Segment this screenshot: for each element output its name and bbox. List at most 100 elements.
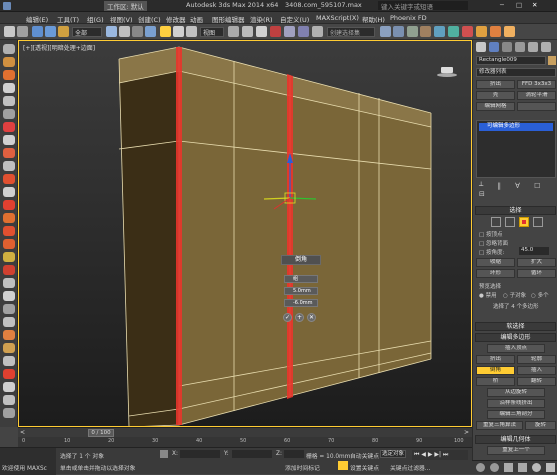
object-color-swatch[interactable]	[548, 56, 556, 65]
ignore-backfacing-checkbox[interactable]: □ 忽略背面	[479, 239, 508, 247]
tool-icon-4[interactable]	[3, 83, 15, 93]
field-of-view-icon[interactable]	[518, 463, 527, 472]
viewcube-icon[interactable]	[433, 67, 461, 81]
bevel-button[interactable]: 倒角	[476, 366, 515, 375]
manipulate-icon[interactable]	[242, 26, 253, 37]
tool-icon-9[interactable]	[3, 148, 15, 158]
tool-icon-17[interactable]	[3, 252, 15, 262]
modifier-editmesh-button[interactable]: 编辑网格	[476, 102, 515, 111]
selected-polygon-right[interactable]	[287, 74, 293, 399]
curve-editor-icon[interactable]	[434, 26, 445, 37]
caddy-outline-field[interactable]: -6.0mm	[284, 299, 318, 307]
rendered-frame-icon[interactable]	[490, 26, 501, 37]
tool-icon-19[interactable]	[3, 278, 15, 288]
ok-icon[interactable]: ✓	[283, 313, 292, 322]
add-time-tag[interactable]: 添加时间标记	[285, 463, 320, 472]
tool-icon-15[interactable]	[3, 226, 15, 236]
edge-mode-icon[interactable]	[505, 217, 515, 227]
search-input[interactable]: 键入关键字或短语	[378, 1, 468, 11]
angle-snap-icon[interactable]	[270, 26, 281, 37]
z-coord-field[interactable]	[284, 450, 304, 458]
tool-icon-3[interactable]	[3, 70, 15, 80]
extrude-button[interactable]: 挤出	[476, 355, 515, 364]
selection-filter-dropdown[interactable]: 全部	[72, 27, 102, 37]
modifier-ffd-button[interactable]: FFD 3x3x3	[517, 80, 556, 89]
hierarchy-tab-icon[interactable]	[502, 42, 512, 52]
object-name-field[interactable]: Rectangle009	[476, 56, 546, 65]
maximize-viewport-icon[interactable]	[546, 463, 555, 472]
snap-toggle-icon[interactable]	[256, 26, 267, 37]
tool-icon-21[interactable]	[3, 304, 15, 314]
tool-icon-6[interactable]	[3, 109, 15, 119]
close-icon[interactable]: ✕	[532, 1, 537, 9]
reference-coord-dropdown[interactable]: 视图	[200, 27, 224, 37]
spinner-snap-icon[interactable]	[298, 26, 309, 37]
time-prev-icon[interactable]: <	[20, 429, 25, 436]
element-mode-icon[interactable]	[533, 217, 543, 227]
apply-icon[interactable]: +	[295, 313, 304, 322]
tool-icon-24[interactable]	[3, 343, 15, 353]
viewport-label[interactable]: [+][透视][明暗处理+边面]	[23, 43, 95, 52]
zoom-extents-icon[interactable]	[504, 463, 513, 472]
preview-subobj-radio[interactable]: ○ 子对象	[503, 291, 526, 299]
modifier-turbosmooth-button[interactable]: 涡轮平滑	[517, 91, 556, 100]
material-editor-icon[interactable]	[462, 26, 473, 37]
rotate-icon[interactable]	[173, 26, 184, 37]
ring-button[interactable]: 环形	[476, 269, 515, 278]
tool-icon-14[interactable]	[3, 213, 15, 223]
inset-button[interactable]: 插入	[517, 366, 556, 375]
caddy-group-field[interactable]: 组	[284, 275, 318, 283]
loop-button[interactable]: 循环	[517, 269, 556, 278]
edit-triangulation-button[interactable]: 编辑三角剖分	[487, 410, 545, 419]
by-vertex-checkbox[interactable]: □ 按顶点	[479, 230, 502, 238]
angle-spinner[interactable]: 45.0	[519, 247, 549, 255]
preview-off-radio[interactable]: ● 禁用	[479, 291, 497, 299]
edit-polygons-header[interactable]: 编辑多边形	[475, 333, 556, 342]
zoom-icon[interactable]	[476, 463, 485, 472]
grow-button[interactable]: 扩大	[517, 258, 556, 267]
menu-tools[interactable]: 工具(T)	[57, 14, 79, 24]
tool-icon-13[interactable]	[3, 200, 15, 210]
workspace-dropdown[interactable]: 工作区: 默认	[104, 1, 147, 11]
tool-icon-8[interactable]	[3, 135, 15, 145]
menu-phoenix[interactable]: Phoenix FD	[390, 14, 427, 22]
menu-help[interactable]: 帮助(H)	[362, 14, 385, 24]
stack-tools[interactable]: ┴ ‖ ∀ ☐ ⊟	[479, 182, 557, 198]
repeat-last-button[interactable]: 重复上一个	[487, 446, 545, 455]
retriangulate-button[interactable]: 重复三角算法	[476, 421, 523, 430]
selection-region-icon[interactable]	[132, 26, 143, 37]
tool-icon-29[interactable]	[3, 408, 15, 418]
tool-icon-28[interactable]	[3, 395, 15, 405]
modifier-extrude-button[interactable]: 挤出	[476, 80, 515, 89]
percent-snap-icon[interactable]	[284, 26, 295, 37]
tool-icon-16[interactable]	[3, 239, 15, 249]
pan-icon[interactable]	[532, 463, 541, 472]
app-icon[interactable]	[3, 2, 11, 10]
shrink-button[interactable]: 收缩	[476, 258, 515, 267]
undo-icon[interactable]	[4, 26, 15, 37]
modifier-list-dropdown[interactable]: 修改器列表	[476, 68, 556, 77]
menu-graph-editors[interactable]: 图形编辑器	[212, 14, 245, 24]
pivot-icon[interactable]	[228, 26, 239, 37]
tool-icon-22[interactable]	[3, 317, 15, 327]
selection-rollout-header[interactable]: 选择	[475, 206, 556, 215]
menu-customize[interactable]: 自定义(U)	[280, 14, 309, 24]
soft-selection-header[interactable]: 软选择	[475, 322, 556, 331]
render-production-icon[interactable]	[504, 26, 515, 37]
tool-icon-7[interactable]	[3, 122, 15, 132]
bridge-button[interactable]: 桥	[476, 377, 515, 386]
menu-maxscript[interactable]: MAXScript(X)	[316, 14, 359, 22]
cancel-icon[interactable]: ✕	[307, 313, 316, 322]
track-bar[interactable]: 0 10 20 30 40 50 60 70 80 90 100	[18, 437, 472, 447]
modifier-slot-6[interactable]	[517, 102, 556, 111]
window-crossing-icon[interactable]	[145, 26, 156, 37]
insert-vertex-button[interactable]: 插入顶点	[487, 344, 545, 353]
layer-manager-icon[interactable]	[407, 26, 418, 37]
minimize-icon[interactable]: ─	[500, 1, 504, 9]
move-icon[interactable]	[160, 26, 171, 37]
redo-icon[interactable]	[17, 26, 28, 37]
caddy-height-field[interactable]: 5.0mm	[284, 287, 318, 295]
playback-controls[interactable]: ⏮ ◀ ▶ ▶| ⏭	[412, 450, 468, 460]
render-setup-icon[interactable]	[476, 26, 487, 37]
menu-views[interactable]: 视图(V)	[110, 14, 133, 24]
